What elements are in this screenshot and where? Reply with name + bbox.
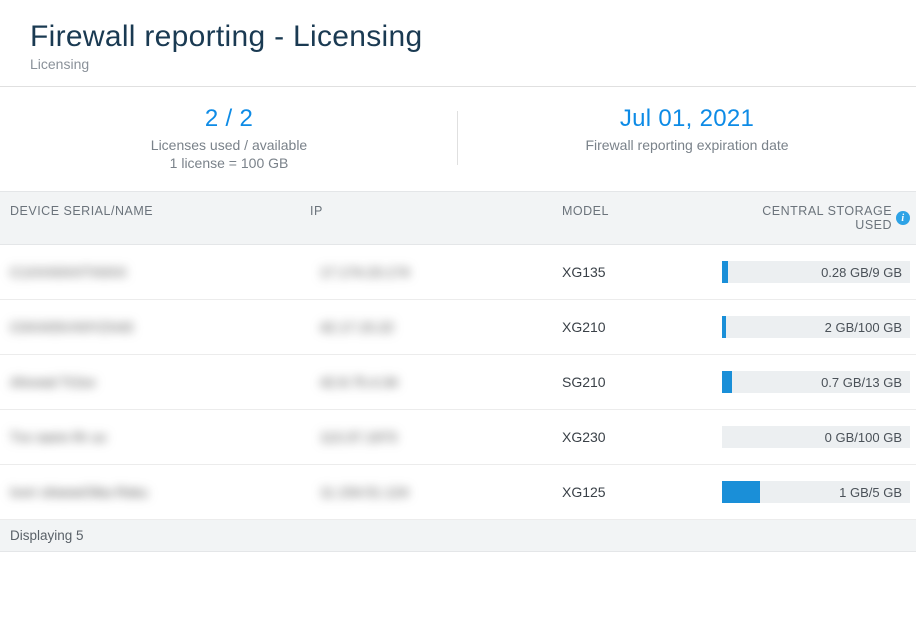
storage-progress-fill: [722, 261, 728, 283]
device-serial-redacted: Ivvrr oheewOIka Rsku: [10, 484, 148, 500]
ip-redacted: 113.37.1973: [320, 429, 397, 445]
licenses-note: 1 license = 100 GB: [0, 155, 458, 171]
cell-model: XG210: [562, 319, 722, 335]
licenses-label: Licenses used / available: [0, 137, 458, 153]
storage-progress-text: 0 GB/100 GB: [825, 426, 902, 448]
column-header-storage[interactable]: CENTRAL STORAGE USED i: [722, 204, 916, 232]
storage-progress-fill: [722, 481, 760, 503]
devices-table: DEVICE SERIAL/NAME IP MODEL CENTRAL STOR…: [0, 191, 916, 552]
cell-storage: 0.7 GB/13 GB: [722, 371, 916, 393]
table-row[interactable]: C1XXX0XXTX0XX 17.174.23.174 XG135 0.28 GB/9…: [0, 245, 916, 300]
licenses-summary: 2 / 2 Licenses used / available 1 licens…: [0, 105, 458, 171]
cell-device: C0XX0SVX0YZX43: [0, 319, 310, 335]
cell-model: XG135: [562, 264, 722, 280]
cell-device: Tvv swnn Rr uv: [0, 429, 310, 445]
storage-progress-fill: [722, 371, 732, 393]
cell-ip: 42.8.75.4.34: [310, 374, 562, 390]
cell-storage: 2 GB/100 GB: [722, 316, 916, 338]
licenses-value: 2 / 2: [0, 105, 458, 133]
breadcrumb: Licensing: [30, 56, 886, 72]
storage-progress-text: 0.7 GB/13 GB: [821, 371, 902, 393]
storage-progress-text: 2 GB/100 GB: [825, 316, 902, 338]
device-serial-redacted: C1XXX0XXTX0XX: [10, 264, 127, 280]
cell-model: SG210: [562, 374, 722, 390]
table-row[interactable]: C0XX0SVX0YZX43 42.17.15.22 XG210 2 GB/100 G…: [0, 300, 916, 355]
column-header-ip[interactable]: IP: [310, 204, 562, 232]
storage-progress-text: 1 GB/5 GB: [839, 481, 902, 503]
table-row[interactable]: Ahvved Tr2ov 42.8.75.4.34 SG210 0.7 GB/13 G…: [0, 355, 916, 410]
device-serial-redacted: Tvv swnn Rr uv: [10, 429, 106, 445]
table-row[interactable]: Ivvrr oheewOIka Rsku 11.154.51.124 XG125 1 …: [0, 465, 916, 520]
expiration-label: Firewall reporting expiration date: [458, 137, 916, 153]
cell-device: C1XXX0XXTX0XX: [0, 264, 310, 280]
cell-ip: 11.154.51.124: [310, 484, 562, 500]
summary-panel: 2 / 2 Licenses used / available 1 licens…: [0, 86, 916, 191]
device-serial-redacted: Ahvved Tr2ov: [10, 374, 96, 390]
storage-progress: 0.28 GB/9 GB: [722, 261, 910, 283]
cell-storage: 0 GB/100 GB: [722, 426, 916, 448]
ip-redacted: 17.174.23.174: [320, 264, 410, 280]
column-header-model[interactable]: MODEL: [562, 204, 722, 232]
column-header-storage-label: CENTRAL STORAGE USED: [722, 204, 892, 232]
cell-storage: 0.28 GB/9 GB: [722, 261, 916, 283]
expiration-value: Jul 01, 2021: [458, 105, 916, 133]
ip-redacted: 42.17.15.22: [320, 319, 394, 335]
cell-storage: 1 GB/5 GB: [722, 481, 916, 503]
cell-ip: 113.37.1973: [310, 429, 562, 445]
storage-progress: 1 GB/5 GB: [722, 481, 910, 503]
cell-ip: 42.17.15.22: [310, 319, 562, 335]
storage-progress: 2 GB/100 GB: [722, 316, 910, 338]
storage-progress-fill: [722, 316, 726, 338]
device-serial-redacted: C0XX0SVX0YZX43: [10, 319, 133, 335]
cell-device: Ahvved Tr2ov: [0, 374, 310, 390]
table-footer: Displaying 5: [0, 520, 916, 552]
cell-ip: 17.174.23.174: [310, 264, 562, 280]
table-header: DEVICE SERIAL/NAME IP MODEL CENTRAL STOR…: [0, 191, 916, 245]
storage-progress-text: 0.28 GB/9 GB: [821, 261, 902, 283]
storage-progress: 0.7 GB/13 GB: [722, 371, 910, 393]
table-row[interactable]: Tvv swnn Rr uv 113.37.1973 XG230 0 GB/100 G…: [0, 410, 916, 465]
table-body: C1XXX0XXTX0XX 17.174.23.174 XG135 0.28 GB/9…: [0, 245, 916, 520]
cell-model: XG230: [562, 429, 722, 445]
ip-redacted: 42.8.75.4.34: [320, 374, 398, 390]
storage-progress: 0 GB/100 GB: [722, 426, 910, 448]
cell-model: XG125: [562, 484, 722, 500]
column-header-device[interactable]: DEVICE SERIAL/NAME: [0, 204, 310, 232]
expiration-summary: Jul 01, 2021 Firewall reporting expirati…: [458, 105, 916, 171]
page-title: Firewall reporting - Licensing: [30, 20, 886, 54]
ip-redacted: 11.154.51.124: [320, 484, 409, 500]
info-icon[interactable]: i: [896, 211, 910, 225]
cell-device: Ivvrr oheewOIka Rsku: [0, 484, 310, 500]
